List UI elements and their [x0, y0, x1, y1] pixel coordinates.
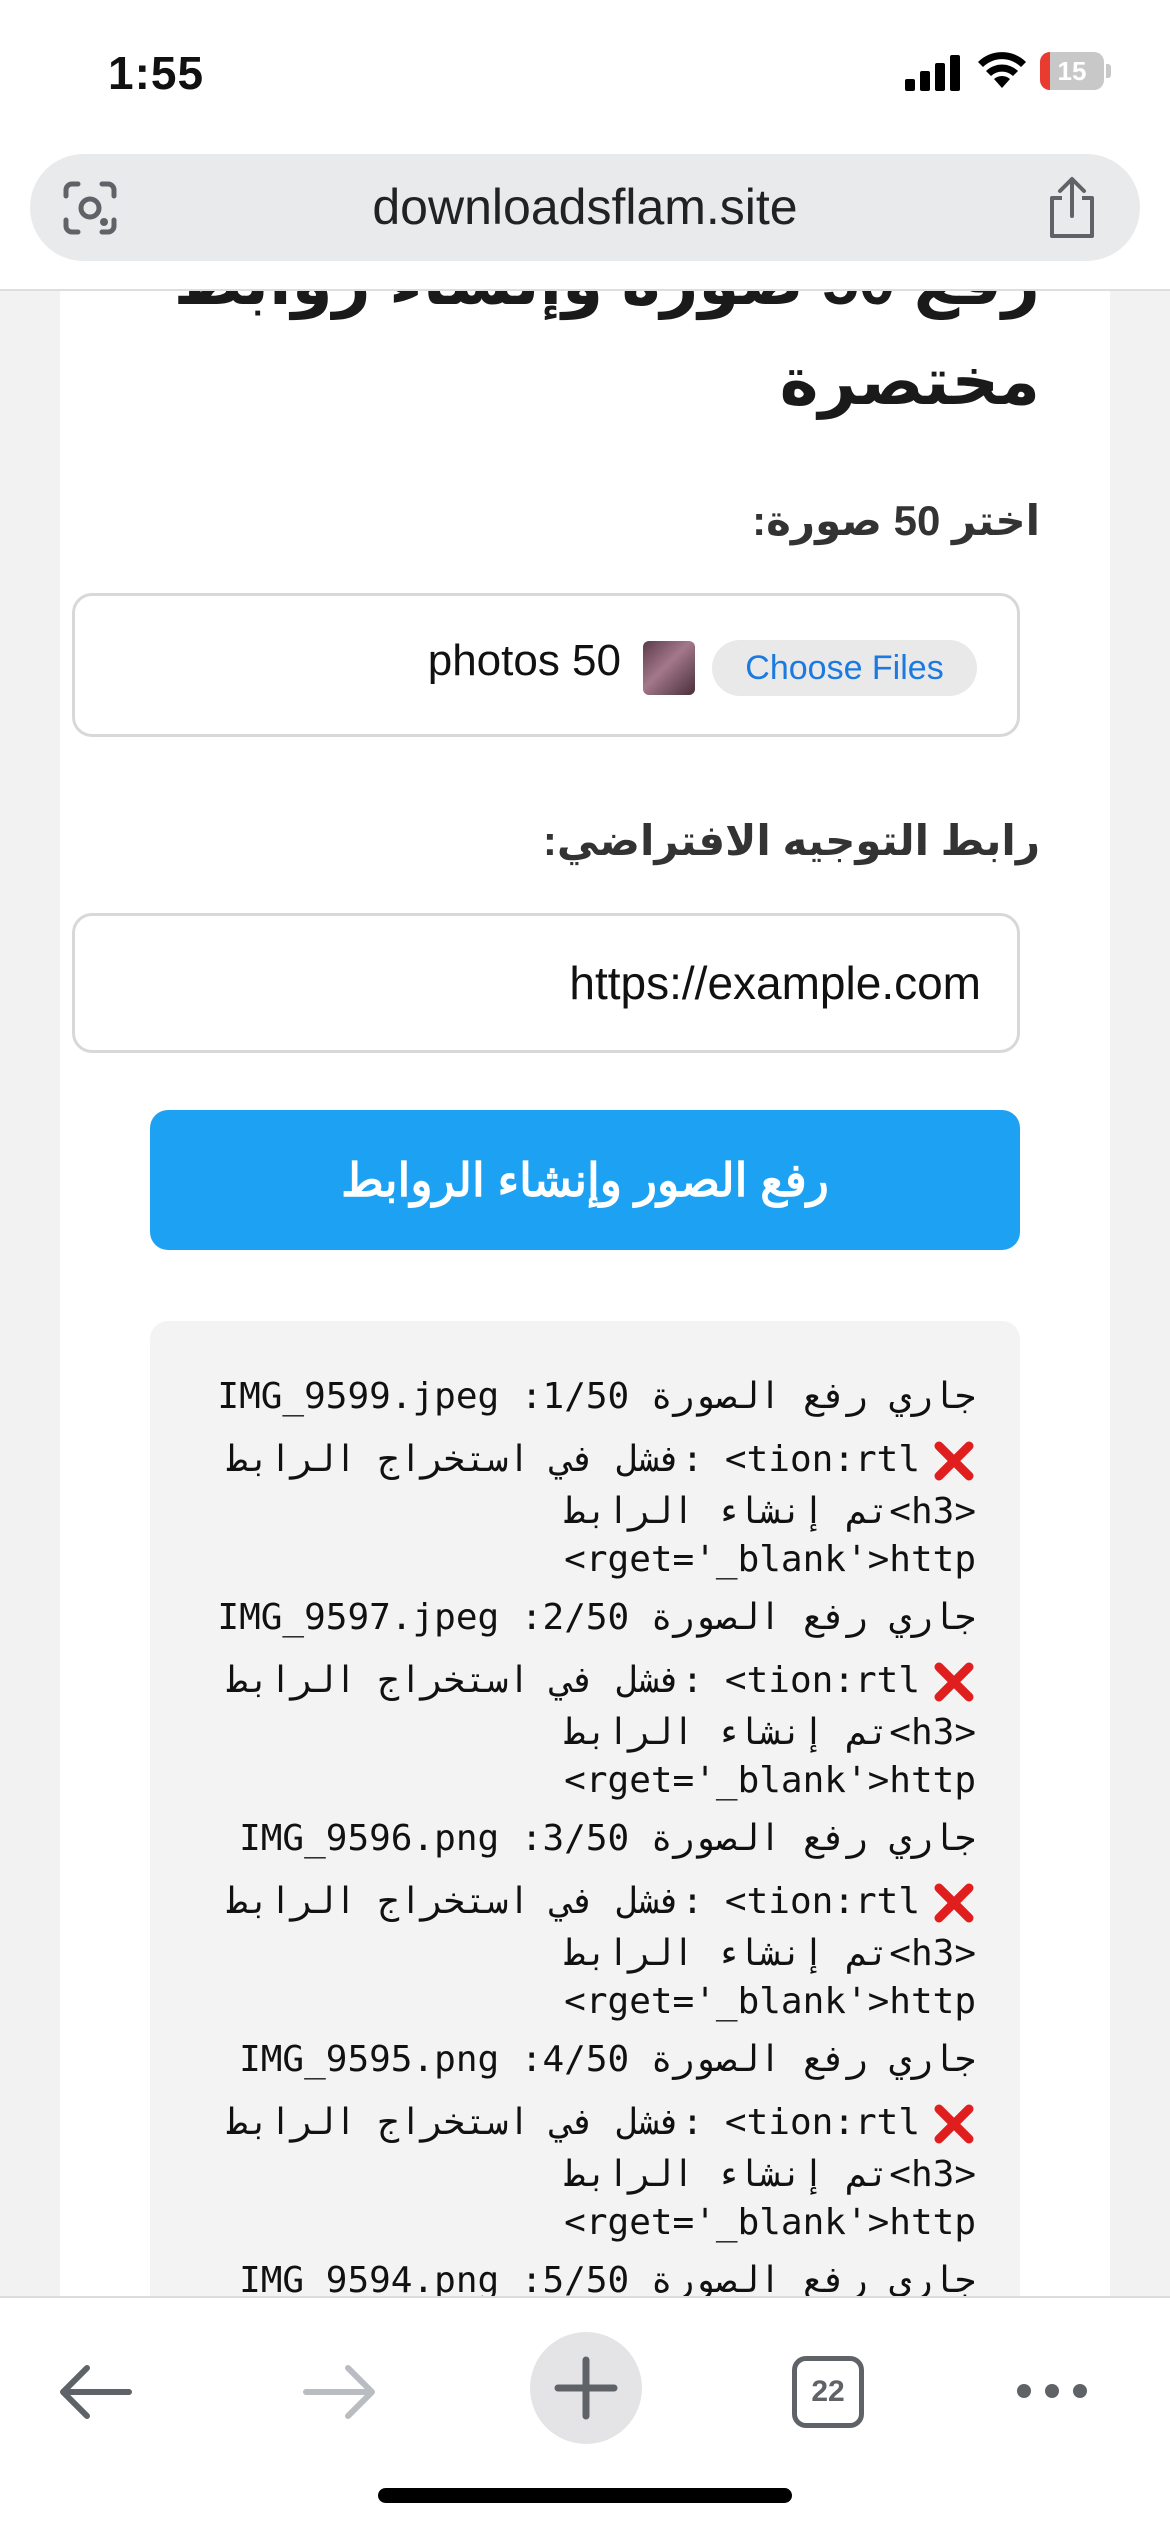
upload-submit-button[interactable]: رفع الصور وإنشاء الروابط: [150, 1110, 1020, 1250]
battery-level: 15: [1057, 56, 1087, 86]
file-input[interactable]: Choose Files photos 50: [72, 593, 1020, 737]
log-error-line: tion:rtl> :فشل في استخراج الرابط: [154, 2097, 976, 2149]
upload-log: IMG_9599.jpeg :1/50 جاري رفع الصورة tion…: [150, 1321, 1020, 2296]
log-error-text: tion:rtl> :فشل في استخراج الرابط: [226, 1439, 920, 1480]
plus-icon: [554, 2356, 618, 2420]
web-page: رفع 50 صورة وإنشاء روابط مختصرة اختر 50 …: [0, 291, 1170, 2296]
forward-arrow-icon[interactable]: [300, 2362, 380, 2422]
home-indicator: [378, 2488, 792, 2503]
log-link-line: rget='_blank'>http>: [564, 1760, 976, 1801]
log-uploading-line: IMG_9595.png :4/50 جاري رفع الصورة: [239, 2039, 976, 2080]
log-error-line: tion:rtl> :فشل في استخراج الرابط: [154, 1434, 976, 1486]
log-error-line: tion:rtl> :فشل في استخراج الرابط: [154, 1876, 976, 1928]
share-icon[interactable]: [1042, 176, 1102, 240]
photos-label: اختر 50 صورة:: [752, 497, 1040, 544]
log-h3-line: <h3>تم إنشاء الرابط: [564, 2154, 976, 2195]
file-count-text: photos 50: [427, 636, 621, 685]
more-icon[interactable]: [1012, 2376, 1092, 2406]
address-bar[interactable]: downloadsflam.site: [30, 154, 1140, 261]
new-tab-button[interactable]: [530, 2332, 642, 2444]
redirect-url-input[interactable]: [72, 913, 1020, 1053]
form-card: رفع 50 صورة وإنشاء روابط مختصرة اختر 50 …: [60, 291, 1110, 2296]
choose-files-button[interactable]: Choose Files: [712, 640, 977, 696]
log-uploading-line: IMG_9597.jpeg :2/50 جاري رفع الصورة: [217, 1597, 976, 1638]
log-error-text: tion:rtl> :فشل في استخراج الرابط: [226, 1660, 920, 1701]
log-uploading-line: IMG_9596.png :3/50 جاري رفع الصورة: [239, 1818, 976, 1859]
back-arrow-icon[interactable]: [55, 2362, 135, 2422]
redirect-label: رابط التوجيه الافتراضي:: [542, 817, 1040, 864]
x-mark-icon: [920, 1660, 976, 1702]
address-bar-container: downloadsflam.site: [0, 145, 1170, 291]
log-h3-line: <h3>تم إنشاء الرابط: [564, 1933, 976, 1974]
page-title-partial: رفع 50 صورة وإنشاء روابط: [174, 291, 1040, 320]
x-mark-icon: [920, 1439, 976, 1481]
wifi-icon: [978, 52, 1026, 88]
lens-icon[interactable]: [62, 180, 118, 236]
log-h3-line: <h3>تم إنشاء الرابط: [564, 1491, 976, 1532]
cellular-signal-icon: [905, 55, 960, 91]
page-title: مختصرة: [779, 344, 1040, 418]
photo-thumbnail: [643, 641, 695, 695]
log-link-line: rget='_blank'>http>: [564, 1539, 976, 1580]
log-uploading-line: IMG_9594.png :5/50 جاري رفع الصورة: [239, 2260, 976, 2296]
log-link-line: rget='_blank'>http>: [564, 2202, 976, 2243]
battery-icon: 15: [1040, 52, 1111, 90]
url-text[interactable]: downloadsflam.site: [180, 154, 990, 261]
log-error-line: tion:rtl> :فشل في استخراج الرابط: [154, 1655, 976, 1707]
log-uploading-line: IMG_9599.jpeg :1/50 جاري رفع الصورة: [217, 1376, 976, 1417]
x-mark-icon: [920, 1881, 976, 1923]
x-mark-icon: [920, 2102, 976, 2144]
tab-switcher-icon[interactable]: 22: [792, 2356, 864, 2428]
log-h3-line: <h3>تم إنشاء الرابط: [564, 1712, 976, 1753]
status-bar: 1:55 15: [0, 0, 1170, 145]
log-error-text: tion:rtl> :فشل في استخراج الرابط: [226, 1881, 920, 1922]
log-error-text: tion:rtl> :فشل في استخراج الرابط: [226, 2102, 920, 2143]
log-link-line: rget='_blank'>http>: [564, 1981, 976, 2022]
status-time: 1:55: [108, 47, 205, 99]
